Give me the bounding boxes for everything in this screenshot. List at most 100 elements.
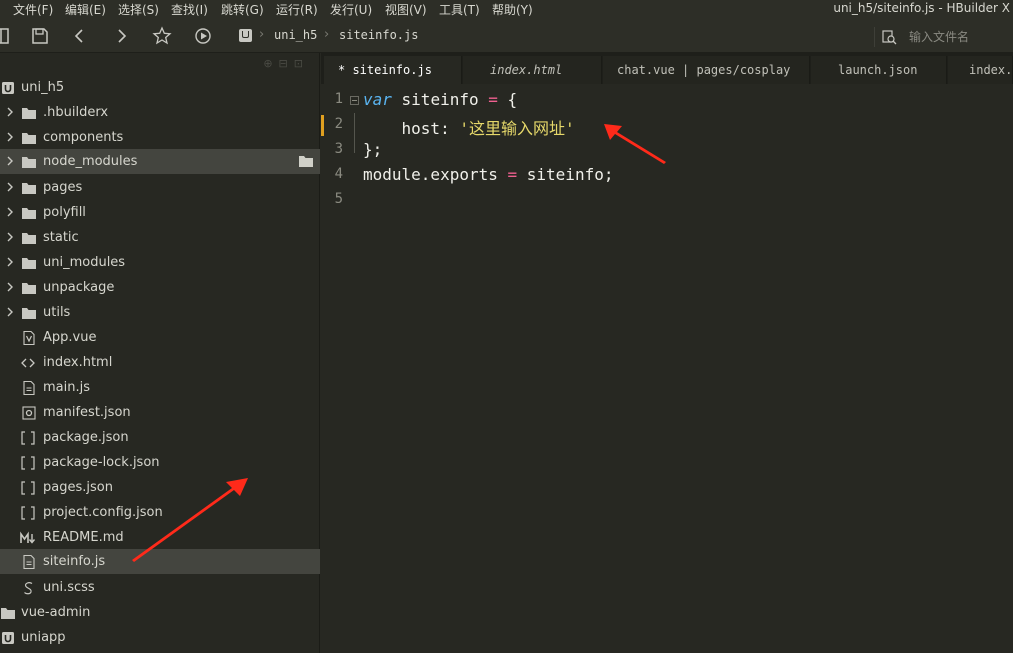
tree-file-package-json[interactable]: package.json	[0, 425, 320, 450]
menu-goto[interactable]: 跳转(G)	[221, 1, 264, 18]
code-keyword: var	[363, 90, 392, 109]
folder-icon	[22, 108, 36, 119]
tree-file-app-vue[interactable]: App.vue	[0, 325, 320, 350]
folder-icon	[1, 608, 15, 619]
menu-publish[interactable]: 发行(U)	[330, 1, 372, 18]
json-file-icon	[21, 481, 35, 495]
breadcrumb-separator-icon: ›	[259, 27, 265, 42]
breadcrumb-project[interactable]: uni_h5	[274, 28, 317, 42]
scss-file-icon	[24, 582, 33, 595]
menu-run[interactable]: 运行(R)	[276, 1, 318, 18]
tree-project-uniapp[interactable]: uniapp	[0, 625, 320, 650]
back-icon[interactable]	[70, 26, 90, 46]
folder-icon	[22, 157, 36, 168]
tree-folder-components[interactable]: components	[0, 125, 320, 150]
save-icon[interactable]	[30, 26, 50, 46]
tree-file-package-lock-json[interactable]: package-lock.json	[0, 450, 320, 475]
tree-label: components	[43, 130, 124, 145]
folder-icon	[22, 208, 36, 219]
chevron-right-icon[interactable]	[5, 156, 15, 166]
code-editor[interactable]: 1 var siteinfo = { 2 host: '这里输入网址' 3 };…	[321, 88, 1013, 653]
tree-folder-unpackage[interactable]: unpackage	[0, 275, 320, 300]
tree-label: node_modules	[43, 154, 138, 169]
code-token: {	[497, 90, 518, 109]
tree-file-pages-json[interactable]: pages.json	[0, 475, 320, 500]
tree-project-uni-h5[interactable]: uni_h5	[0, 75, 320, 100]
breadcrumb-file[interactable]: siteinfo.js	[339, 28, 418, 42]
chevron-right-icon[interactable]	[5, 257, 15, 267]
search-input[interactable]	[909, 27, 1009, 47]
manifest-file-icon	[22, 406, 36, 420]
folder-icon	[22, 133, 36, 144]
tree-label: utils	[43, 305, 71, 320]
tab-label: * siteinfo.js	[338, 63, 432, 77]
folder-icon	[22, 308, 36, 319]
tree-file-index-html[interactable]: index.html	[0, 350, 320, 375]
line-number: 3	[334, 141, 343, 157]
tree-file-project-config-json[interactable]: project.config.json	[0, 500, 320, 525]
menu-find[interactable]: 查找(I)	[171, 1, 208, 18]
tree-file-readme-md[interactable]: README.md	[0, 525, 320, 550]
tree-file-siteinfo-js[interactable]: siteinfo.js	[0, 549, 320, 574]
tree-file-manifest-json[interactable]: manifest.json	[0, 400, 320, 425]
tab-launch-json[interactable]: launch.json	[811, 56, 947, 84]
tree-folder-uni-modules[interactable]: uni_modules	[0, 250, 320, 275]
menu-help[interactable]: 帮助(Y)	[492, 1, 533, 18]
menu-tools[interactable]: 工具(T)	[439, 1, 480, 18]
markdown-file-icon	[20, 531, 36, 544]
code-token: siteinfo	[391, 90, 489, 109]
tree-label: .hbuilderx	[43, 105, 109, 120]
tab-label: chat.vue | pages/cosplay	[617, 63, 791, 77]
tree-file-main-js[interactable]: main.js	[0, 375, 320, 400]
open-folder-icon[interactable]	[298, 155, 314, 168]
chevron-right-icon[interactable]	[5, 207, 15, 217]
tree-folder-utils[interactable]: utils	[0, 300, 320, 325]
folder-icon	[22, 258, 36, 269]
chevron-right-icon[interactable]	[5, 232, 15, 242]
js-file-icon	[23, 555, 35, 569]
tree-folder-node-modules[interactable]: node_modules	[0, 149, 320, 174]
menu-select[interactable]: 选择(S)	[118, 1, 159, 18]
forward-icon[interactable]	[111, 26, 131, 46]
tree-project-vue-admin[interactable]: vue-admin	[0, 600, 320, 625]
code-line[interactable]: 3 };	[321, 138, 1013, 163]
chevron-right-icon[interactable]	[5, 182, 15, 192]
tab-index-html[interactable]: index.html	[463, 56, 602, 84]
run-icon[interactable]	[193, 26, 213, 46]
tab-chat-vue[interactable]: chat.vue | pages/cosplay	[603, 56, 810, 84]
window-title: uni_h5/siteinfo.js - HBuilder X	[833, 1, 1010, 15]
menu-bar: 文件(F) 编辑(E) 选择(S) 查找(I) 跳转(G) 运行(R) 发行(U…	[0, 0, 1013, 18]
star-icon[interactable]	[152, 26, 172, 46]
tree-folder-polyfill[interactable]: polyfill	[0, 200, 320, 225]
tab-index-vue[interactable]: index.v	[948, 56, 1013, 84]
code-line[interactable]: 2 host: '这里输入网址'	[321, 113, 1013, 138]
tree-folder-hbuilderx[interactable]: .hbuilderx	[0, 100, 320, 125]
folder-icon	[22, 233, 36, 244]
code-line[interactable]: 4 module.exports = siteinfo;	[321, 163, 1013, 188]
chevron-right-icon[interactable]	[5, 107, 15, 117]
tab-label: launch.json	[838, 63, 918, 77]
menu-view[interactable]: 视图(V)	[385, 1, 427, 18]
sidebar-toggle-icon[interactable]	[0, 26, 12, 46]
fold-toggle-icon[interactable]	[350, 96, 359, 105]
menu-edit[interactable]: 编辑(E)	[65, 1, 106, 18]
code-line[interactable]: 1 var siteinfo = {	[321, 88, 1013, 113]
folder-icon	[22, 183, 36, 194]
tree-label: uni_h5	[21, 80, 65, 95]
tab-siteinfo-js[interactable]: * siteinfo.js	[324, 56, 462, 84]
tree-label: App.vue	[43, 330, 97, 345]
code-line[interactable]: 5	[321, 188, 1013, 213]
html-file-icon	[21, 358, 35, 368]
tree-folder-static[interactable]: static	[0, 225, 320, 250]
chevron-right-icon[interactable]	[5, 132, 15, 142]
chevron-right-icon[interactable]	[5, 307, 15, 317]
code-text: module.exports = siteinfo;	[363, 165, 613, 184]
editor-pane: * siteinfo.js index.html chat.vue | page…	[321, 53, 1013, 653]
tree-label: README.md	[43, 530, 124, 545]
search-icon	[882, 30, 897, 45]
tree-file-uni-scss[interactable]: uni.scss	[0, 575, 320, 600]
project-icon	[239, 29, 252, 42]
chevron-right-icon[interactable]	[5, 282, 15, 292]
tree-folder-pages[interactable]: pages	[0, 175, 320, 200]
menu-file[interactable]: 文件(F)	[13, 1, 53, 18]
